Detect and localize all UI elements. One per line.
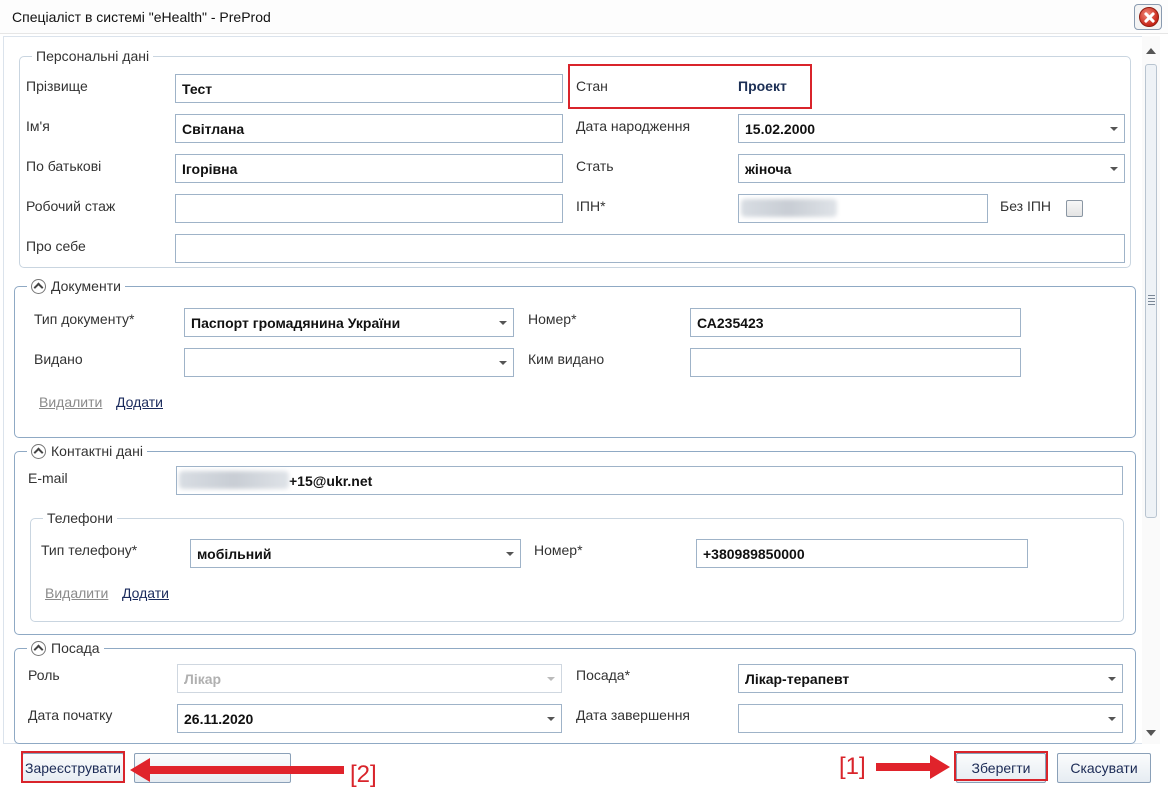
issued-date-picker[interactable] <box>184 348 514 377</box>
experience-input[interactable] <box>175 194 563 223</box>
add-document-link[interactable]: Додати <box>116 394 163 410</box>
about-input[interactable] <box>175 234 1125 263</box>
doc-type-label: Тип документу* <box>34 311 135 327</box>
delete-phone-link[interactable]: Видалити <box>45 585 108 601</box>
vertical-scrollbar[interactable] <box>1142 36 1160 744</box>
email-input[interactable]: +15@ukr.net <box>176 466 1123 495</box>
email-value: +15@ukr.net <box>289 473 373 489</box>
cancel-button[interactable]: Скасувати <box>1057 753 1151 783</box>
add-phone-link[interactable]: Додати <box>122 585 169 601</box>
chevron-down-icon <box>1108 677 1116 681</box>
end-date-picker[interactable] <box>738 704 1123 733</box>
doc-number-label: Номер* <box>528 311 577 327</box>
birthdate-value: 15.02.2000 <box>745 121 816 137</box>
role-value: Лікар <box>184 671 222 687</box>
window-title: Спеціаліст в системі "eHealth" - PreProd <box>12 9 271 25</box>
doc-type-value: Паспорт громадянина України <box>191 315 401 331</box>
collapse-icon[interactable] <box>31 443 46 459</box>
no-tax-id-label: Без ІПН <box>1000 198 1052 214</box>
scroll-up-icon[interactable] <box>1146 48 1156 54</box>
arrow-to-register <box>148 766 344 774</box>
name-label: Ім'я <box>26 118 50 134</box>
blurred-email-prefix <box>179 471 289 489</box>
annotation-label-1: [1] <box>839 753 866 780</box>
issued-label: Видано <box>34 351 83 367</box>
close-icon <box>1139 7 1159 27</box>
arrow-left-icon <box>130 758 150 782</box>
chevron-down-icon <box>506 552 514 556</box>
collapse-icon[interactable] <box>31 278 46 294</box>
surname-label: Прізвище <box>26 78 88 94</box>
position-label: Посада* <box>576 667 631 683</box>
email-label: E-mail <box>28 470 68 486</box>
grip-icon <box>1148 298 1155 299</box>
chevron-down-icon <box>1108 717 1116 721</box>
doc-number-input[interactable]: СА235423 <box>690 308 1021 337</box>
scroll-down-icon[interactable] <box>1146 730 1156 736</box>
position-legend-label: Посада <box>51 640 100 656</box>
scroll-thumb[interactable] <box>1145 64 1157 518</box>
save-button[interactable]: Зберегти <box>956 753 1046 783</box>
birthdate-label: Дата народження <box>576 118 691 134</box>
tax-id-input[interactable] <box>738 194 988 223</box>
chevron-down-icon <box>499 361 507 365</box>
phones-legend: Телефони <box>47 510 113 526</box>
end-date-label: Дата завершення <box>576 707 691 723</box>
about-label: Про себе <box>26 238 86 254</box>
no-tax-id-checkbox[interactable] <box>1066 200 1083 217</box>
name-input[interactable]: Світлана <box>175 114 563 143</box>
role-label: Роль <box>28 667 60 683</box>
tax-id-label: ІПН* <box>576 198 606 214</box>
specialist-dialog: Спеціаліст в системі "eHealth" - PreProd… <box>0 0 1168 801</box>
blurred-tax-id <box>741 199 837 217</box>
gender-value: жіноча <box>745 161 792 177</box>
start-date-value: 26.11.2020 <box>184 711 254 727</box>
role-select: Лікар <box>177 664 562 693</box>
documents-legend-label: Документи <box>51 278 121 294</box>
patronymic-input[interactable]: Ігорівна <box>175 154 563 183</box>
collapse-icon[interactable] <box>31 640 46 656</box>
gender-label: Стать <box>576 158 614 174</box>
register-button[interactable]: Зареєструвати <box>22 753 124 783</box>
close-button[interactable] <box>1134 4 1162 30</box>
position-legend[interactable]: Посада <box>27 640 104 656</box>
patronymic-label: По батькові <box>26 158 102 174</box>
title-bar: Спеціаліст в системі "eHealth" - PreProd <box>0 0 1168 34</box>
personal-data-legend: Персональні дані <box>36 48 150 64</box>
chevron-down-icon <box>499 321 507 325</box>
delete-document-link[interactable]: Видалити <box>39 394 102 410</box>
experience-label: Робочий стаж <box>26 198 116 214</box>
documents-legend[interactable]: Документи <box>27 278 125 294</box>
chevron-down-icon <box>1110 167 1118 171</box>
phone-type-label: Тип телефону* <box>41 542 138 558</box>
start-date-label: Дата початку <box>28 707 113 723</box>
arrow-right-icon <box>930 755 950 779</box>
phone-type-select[interactable]: мобільний <box>190 539 521 568</box>
status-value: Проект <box>738 78 787 94</box>
chevron-down-icon <box>547 677 555 681</box>
grip-icon <box>1148 304 1155 305</box>
contacts-legend-label: Контактні дані <box>51 443 143 459</box>
grip-icon <box>1148 301 1155 302</box>
status-label: Стан <box>576 78 608 94</box>
chevron-down-icon <box>547 717 555 721</box>
position-value: Лікар-терапевт <box>745 671 850 687</box>
arrow-to-save <box>876 763 934 771</box>
chevron-down-icon <box>1110 127 1118 131</box>
position-select[interactable]: Лікар-терапевт <box>738 664 1123 693</box>
phone-type-value: мобільний <box>197 546 272 562</box>
gender-select[interactable]: жіноча <box>738 154 1125 183</box>
birthdate-picker[interactable]: 15.02.2000 <box>738 114 1125 143</box>
surname-input[interactable]: Тест <box>175 74 563 103</box>
issued-by-label: Ким видано <box>528 351 605 367</box>
contacts-legend[interactable]: Контактні дані <box>27 443 147 459</box>
phone-number-label: Номер* <box>534 542 583 558</box>
issued-by-input[interactable] <box>690 348 1021 377</box>
phone-number-input[interactable]: +380989850000 <box>696 539 1028 568</box>
start-date-picker[interactable]: 26.11.2020 <box>177 704 562 733</box>
doc-type-select[interactable]: Паспорт громадянина України <box>184 308 514 337</box>
annotation-label-2: [2] <box>350 761 377 788</box>
grip-icon <box>1148 295 1155 296</box>
